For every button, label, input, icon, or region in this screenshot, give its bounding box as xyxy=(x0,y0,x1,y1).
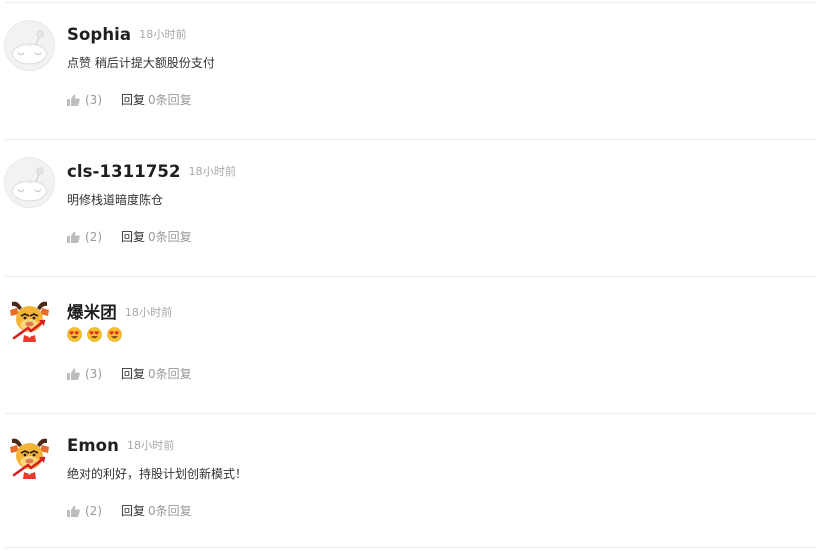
reply-count: 0条回复 xyxy=(148,93,192,107)
reply-button[interactable]: 回复 0条回复 xyxy=(121,365,192,382)
bull-mascot-avatar[interactable] xyxy=(4,294,55,345)
comment-text: 明修栈道暗度陈仓 xyxy=(67,193,164,207)
comment-actions: (3) 回复 0条回复 xyxy=(67,91,192,108)
thumbs-up-icon xyxy=(67,368,80,380)
username-text[interactable]: cls-1311752 xyxy=(67,162,181,181)
comment-item: 爆米团 18小时前 (3) 回复 0条回复 xyxy=(0,274,831,411)
like-button[interactable]: (3) xyxy=(67,367,102,381)
divider xyxy=(5,2,816,3)
comment-emojis xyxy=(67,327,127,342)
comment-text: 点赞 稍后计提大额股份支付 xyxy=(67,56,215,70)
timestamp: 18小时前 xyxy=(139,28,187,41)
heart-eyes-emoji-icon xyxy=(107,327,122,342)
like-button[interactable]: (2) xyxy=(67,504,102,518)
username-text[interactable]: Emon xyxy=(67,436,119,455)
default-avatar-icon[interactable] xyxy=(4,20,55,71)
like-button[interactable]: (3) xyxy=(67,93,102,107)
username[interactable]: 爆米团 18小时前 xyxy=(67,299,172,323)
heart-eyes-emoji-icon xyxy=(87,327,102,342)
comment-item: Emon 18小时前 绝对的利好，持股计划创新模式！ (2) 回复 0条回复 xyxy=(0,411,831,548)
comment-item: cls-1311752 18小时前 明修栈道暗度陈仓 (2) 回复 0条回复 xyxy=(0,137,831,274)
like-count: (2) xyxy=(85,229,102,244)
timestamp: 18小时前 xyxy=(188,165,237,178)
bull-mascot-avatar[interactable] xyxy=(4,431,55,482)
comment-text: 绝对的利好，持股计划创新模式！ xyxy=(67,467,248,481)
like-button[interactable]: (2) xyxy=(67,230,102,244)
timestamp: 18小时前 xyxy=(124,306,173,319)
comment-item: Sophia 18小时前 点赞 稍后计提大额股份支付 (3) 回复 0条回复 xyxy=(0,0,831,137)
reply-label: 回复 xyxy=(121,504,146,518)
username-text[interactable]: 爆米团 xyxy=(67,303,117,322)
reply-count: 0条回复 xyxy=(148,504,192,518)
thumbs-up-icon xyxy=(67,505,80,517)
reply-button[interactable]: 回复 0条回复 xyxy=(121,228,192,245)
reply-label: 回复 xyxy=(121,230,146,244)
comment-actions: (3) 回复 0条回复 xyxy=(67,365,192,382)
like-count: (2) xyxy=(85,503,102,518)
default-avatar-icon[interactable] xyxy=(4,157,55,208)
reply-label: 回复 xyxy=(121,367,146,381)
comment-actions: (2) 回复 0条回复 xyxy=(67,228,192,245)
thumbs-up-icon xyxy=(67,231,80,243)
divider xyxy=(5,413,816,414)
divider xyxy=(5,139,816,140)
thumbs-up-icon xyxy=(67,94,80,106)
reply-count: 0条回复 xyxy=(148,230,192,244)
reply-label: 回复 xyxy=(121,93,146,107)
divider xyxy=(5,547,816,548)
username-text[interactable]: Sophia xyxy=(67,25,131,44)
username[interactable]: cls-1311752 18小时前 xyxy=(67,162,236,181)
timestamp: 18小时前 xyxy=(126,439,175,452)
reply-button[interactable]: 回复 0条回复 xyxy=(121,502,192,519)
reply-count: 0条回复 xyxy=(148,367,192,381)
username[interactable]: Sophia 18小时前 xyxy=(67,25,187,44)
reply-button[interactable]: 回复 0条回复 xyxy=(121,91,192,108)
like-count: (3) xyxy=(85,366,102,381)
like-count: (3) xyxy=(85,92,102,107)
heart-eyes-emoji-icon xyxy=(67,327,82,342)
comment-actions: (2) 回复 0条回复 xyxy=(67,502,192,519)
username[interactable]: Emon 18小时前 xyxy=(67,436,174,455)
divider xyxy=(5,276,816,277)
